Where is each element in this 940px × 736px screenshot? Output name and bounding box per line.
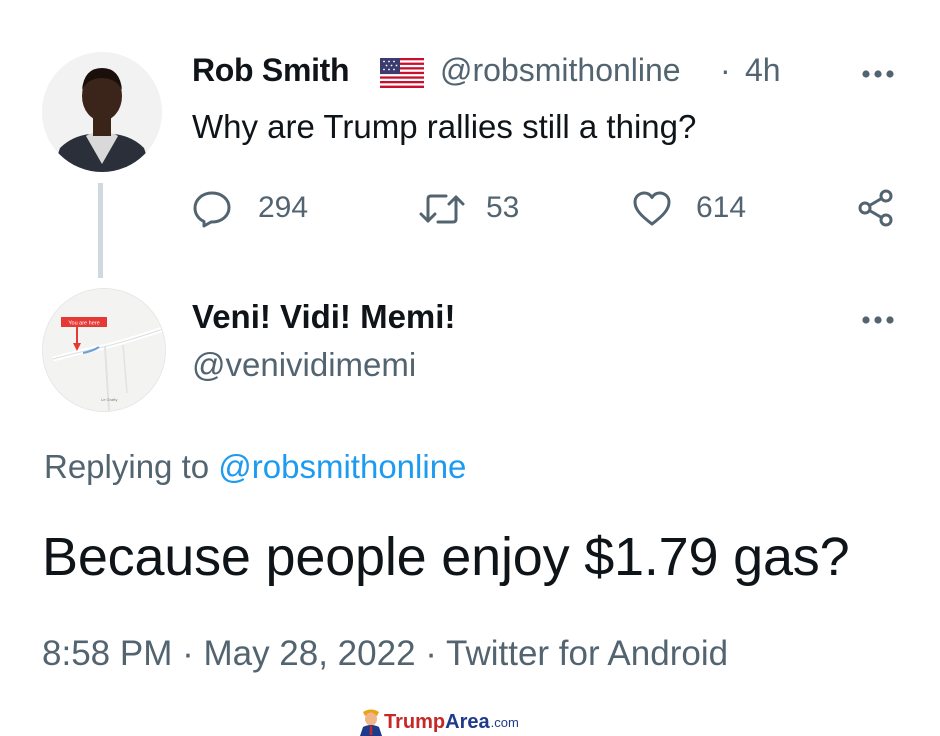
rob-smith-avatar[interactable] xyxy=(42,52,162,172)
parent-tweet-text: Why are Trump rallies still a thing? xyxy=(192,108,697,145)
map-you-are-here-label: You are here xyxy=(68,321,99,327)
thread-connector-line xyxy=(98,183,103,278)
retweet-count: 53 xyxy=(486,191,520,224)
more-options-icon[interactable] xyxy=(858,310,898,330)
parent-author-name[interactable]: Rob Smith xyxy=(192,52,350,89)
retweet-icon[interactable] xyxy=(418,189,466,229)
share-icon[interactable] xyxy=(856,188,896,228)
venividimemi-avatar[interactable]: You are here Le Grafty xyxy=(42,288,166,412)
replying-to-prefix: Replying to xyxy=(44,448,210,485)
map-place-label: Le Grafty xyxy=(101,397,117,402)
parent-time-ago[interactable]: 4h xyxy=(745,52,781,89)
trump-figure-icon xyxy=(360,709,382,736)
like-count: 614 xyxy=(696,191,747,224)
us-flag-icon xyxy=(380,58,424,88)
parent-author-handle[interactable]: @robsmithonline xyxy=(440,52,681,89)
reply-author-name[interactable]: Veni! Vidi! Memi! xyxy=(192,298,455,336)
reply-count: 294 xyxy=(258,191,309,224)
watermark-part3: .com xyxy=(490,714,519,730)
reply-tweet-text: Because people enjoy $1.79 gas? xyxy=(42,527,850,587)
reply-icon[interactable] xyxy=(192,189,232,229)
watermark-part2: Area xyxy=(445,710,490,733)
reply-author-handle[interactable]: @venividimemi xyxy=(192,346,416,384)
watermark-part1: Trump xyxy=(384,710,446,733)
tweet-timestamp-source[interactable]: 8:58 PM · May 28, 2022 · Twitter for And… xyxy=(42,634,728,674)
replying-to-line: Replying to @robsmithonline xyxy=(44,448,466,486)
dot-separator: · xyxy=(720,52,731,88)
replying-to-mention-link[interactable]: @robsmithonline xyxy=(218,448,466,485)
like-heart-icon[interactable] xyxy=(632,189,672,229)
more-options-icon[interactable] xyxy=(858,64,898,84)
trumparea-watermark: Trump Area .com xyxy=(358,708,519,736)
